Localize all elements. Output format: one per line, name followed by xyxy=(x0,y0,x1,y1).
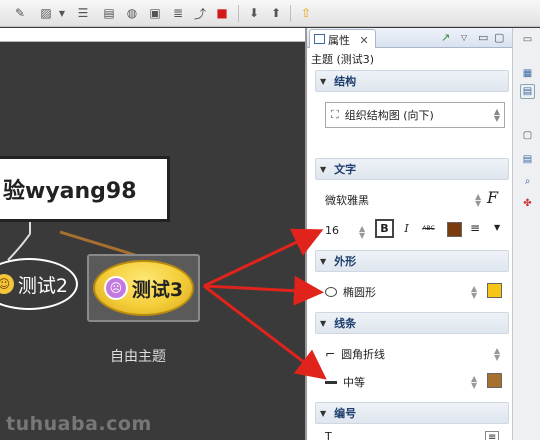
arrow-to-line xyxy=(203,284,327,380)
arrow-to-shape xyxy=(203,275,324,306)
arrow-to-text xyxy=(203,228,324,288)
annotation-arrows xyxy=(203,228,327,380)
